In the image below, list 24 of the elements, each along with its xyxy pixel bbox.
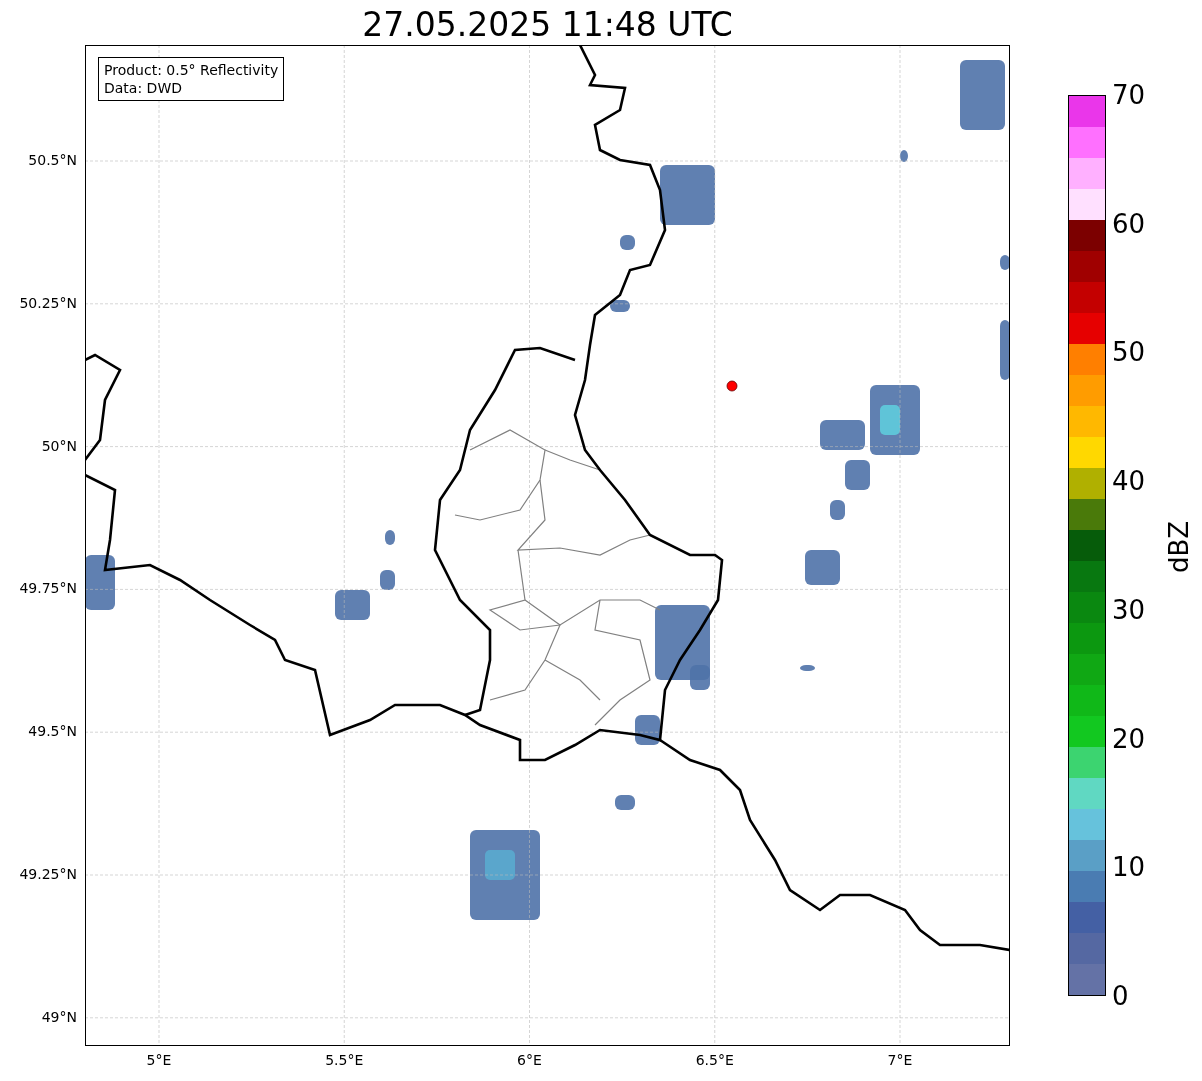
latitude-label: 50.5°N	[28, 152, 77, 168]
latitude-label: 49.25°N	[19, 866, 77, 882]
longitude-label: 5.5°E	[324, 1052, 365, 1068]
latitude-label: 49.5°N	[28, 723, 77, 740]
colorbar-tick-label: 0	[1112, 981, 1129, 1011]
colorbar-tick-label: 50	[1112, 337, 1146, 368]
colorbar-tick-label: 60	[1112, 208, 1146, 239]
longitude-label: 6°E	[516, 1052, 543, 1068]
info-text: Product: 0.5° Reflectivity	[104, 61, 279, 79]
latitude-label: 49°N	[41, 1008, 77, 1025]
longitude-label: 7°E	[886, 1052, 914, 1068]
latitude-label: 50°N	[41, 437, 77, 454]
latitude-label: 50.25°N	[19, 294, 77, 311]
colorbar-tick-label: 10	[1112, 852, 1146, 883]
latitude-label: 49.75°N	[19, 580, 77, 597]
colorbar-label: dBZ	[1164, 520, 1194, 573]
colorbar-tick-label: 20	[1112, 723, 1146, 754]
info-text: Data: DWD	[104, 79, 183, 97]
chart-title: 27.05.2025 11:48 UTC	[361, 4, 734, 45]
colorbar-tick-label: 40	[1112, 466, 1146, 497]
longitude-label: 5°E	[145, 1052, 173, 1068]
longitude-label: 6.5°E	[694, 1052, 735, 1068]
colorbar-tick-label: 30	[1112, 594, 1146, 625]
colorbar-tick-label: 70	[1112, 80, 1146, 110]
